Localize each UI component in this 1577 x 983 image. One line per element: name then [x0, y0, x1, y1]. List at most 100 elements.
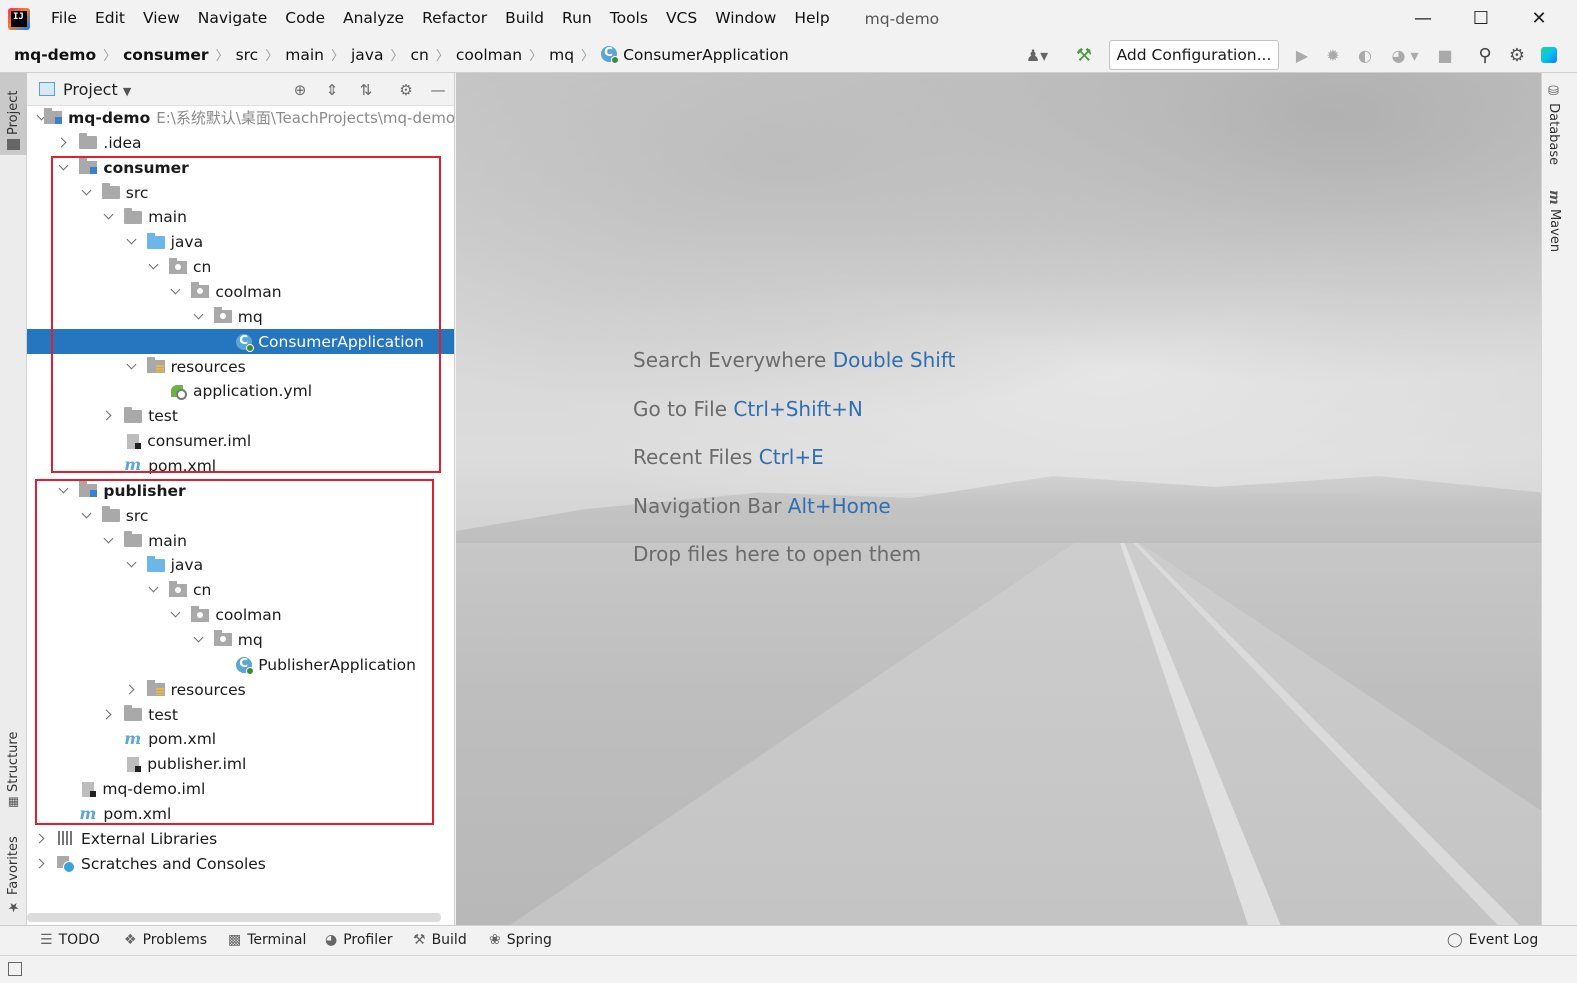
chevron-down-icon[interactable]: [169, 608, 183, 622]
menu-edit[interactable]: Edit: [86, 0, 134, 37]
tree-item-application-yml[interactable]: application.yml: [27, 379, 454, 404]
chevron-down-icon[interactable]: [57, 161, 71, 175]
tool-tab-terminal[interactable]: ▩ Terminal: [228, 932, 306, 948]
menu-refactor[interactable]: Refactor: [413, 0, 496, 37]
chevron-down-icon[interactable]: [169, 285, 183, 299]
stop-icon[interactable]: ■: [1434, 44, 1456, 66]
breadcrumb-src[interactable]: src: [232, 46, 263, 64]
chevron-down-icon[interactable]: [125, 360, 139, 374]
breadcrumb-coolman[interactable]: coolman: [452, 46, 526, 64]
chevron-down-icon[interactable]: [102, 534, 116, 548]
editor-empty-area[interactable]: Search Everywhere Double Shift Go to Fil…: [456, 73, 1541, 925]
chevron-right-icon[interactable]: [102, 409, 116, 423]
coverage-icon[interactable]: ◐: [1354, 44, 1376, 66]
chevron-down-icon[interactable]: [147, 583, 161, 597]
tree-item-mq[interactable]: mq: [27, 628, 454, 653]
toolbox-icon[interactable]: [1538, 44, 1560, 66]
menu-run[interactable]: Run: [553, 0, 601, 37]
chevron-down-icon[interactable]: [147, 260, 161, 274]
breadcrumb-java[interactable]: java: [347, 46, 387, 64]
chevron-down-icon[interactable]: [80, 186, 94, 200]
tree-item-cn[interactable]: cn: [27, 255, 454, 280]
tree-item-consumer[interactable]: consumer: [27, 155, 454, 180]
tree-item-cn[interactable]: cn: [27, 578, 454, 603]
tool-tab-build[interactable]: ⚒ Build: [413, 932, 467, 948]
tree-item-resources[interactable]: resources: [27, 354, 454, 379]
tool-tab-problems[interactable]: ❖ Problems: [124, 932, 207, 948]
breadcrumb-mq-demo[interactable]: mq-demo: [10, 46, 100, 64]
chevron-right-icon[interactable]: [125, 683, 139, 697]
tree-item-src[interactable]: src: [27, 503, 454, 528]
chevron-down-icon[interactable]: [192, 310, 206, 324]
tree-item-idea[interactable]: .idea: [27, 130, 454, 155]
tree-item-publisher[interactable]: publisher: [27, 478, 454, 503]
tree-item-mq-demo[interactable]: mq-demo E:\系统默认\桌面\TeachProjects\mq-demo: [27, 106, 454, 131]
tree-item-publisherapplication[interactable]: PublisherApplication: [27, 652, 454, 677]
tree-item-java[interactable]: java: [27, 553, 454, 578]
menu-code[interactable]: Code: [276, 0, 334, 37]
hide-panel-icon[interactable]: —: [428, 80, 448, 100]
profile-icon[interactable]: ◕ ▾: [1385, 44, 1425, 66]
menu-analyze[interactable]: Analyze: [334, 0, 413, 37]
debug-icon[interactable]: ✹: [1322, 44, 1344, 66]
tool-tab-maven[interactable]: m Maven: [1546, 190, 1562, 252]
tree-item-src[interactable]: src: [27, 180, 454, 205]
expand-all-icon[interactable]: ⇕: [322, 80, 342, 100]
gear-icon[interactable]: ⚙: [1506, 44, 1528, 66]
breadcrumb-main[interactable]: main: [281, 46, 328, 64]
tool-tab-structure[interactable]: ▦ Structure: [6, 728, 21, 810]
chevron-right-icon[interactable]: [35, 832, 49, 846]
maximize-button[interactable]: ☐: [1452, 0, 1510, 37]
chevron-down-icon[interactable]: [102, 210, 116, 224]
tree-item-main[interactable]: main: [27, 205, 454, 230]
project-view-selector[interactable]: Project ▼: [63, 80, 131, 99]
tool-tab-spring[interactable]: ❀ Spring: [489, 932, 552, 948]
tree-item-java[interactable]: java: [27, 230, 454, 255]
tree-item-mq[interactable]: mq: [27, 304, 454, 329]
chevron-down-icon[interactable]: [192, 633, 206, 647]
menu-tools[interactable]: Tools: [601, 0, 657, 37]
menu-help[interactable]: Help: [785, 0, 838, 37]
chevron-down-icon[interactable]: [35, 111, 36, 125]
tool-tab-project-label[interactable]: Project: [6, 80, 21, 150]
chevron-down-icon[interactable]: [80, 509, 94, 523]
tree-item-main[interactable]: main: [27, 528, 454, 553]
menu-build[interactable]: Build: [496, 0, 553, 37]
menu-navigate[interactable]: Navigate: [189, 0, 277, 37]
breadcrumb-cn[interactable]: cn: [406, 46, 432, 64]
minimize-button[interactable]: —: [1394, 0, 1452, 37]
tree-item-resources[interactable]: resources: [27, 677, 454, 702]
locate-file-icon[interactable]: ⊕: [290, 80, 310, 100]
tree-item-test[interactable]: test: [27, 404, 454, 429]
horizontal-scrollbar[interactable]: [27, 913, 441, 922]
user-icon[interactable]: ♟▾: [1022, 44, 1052, 66]
menu-vcs[interactable]: VCS: [657, 0, 706, 37]
chevron-right-icon[interactable]: [102, 708, 116, 722]
menu-view[interactable]: View: [134, 0, 189, 37]
tool-tab-todo[interactable]: ☰ TODO: [40, 932, 100, 948]
add-configuration-button[interactable]: Add Configuration...: [1109, 40, 1279, 70]
collapse-all-icon[interactable]: ⇅: [356, 80, 376, 100]
tree-item-coolman[interactable]: coolman: [27, 280, 454, 305]
tree-item-scratches-and-consoles[interactable]: Scratches and Consoles: [27, 851, 454, 876]
breadcrumb-consumer-application[interactable]: ConsumerApplication: [597, 45, 793, 64]
chevron-right-icon[interactable]: [35, 857, 49, 871]
tree-item-consumerapplication[interactable]: ConsumerApplication: [27, 329, 454, 355]
tree-item-coolman[interactable]: coolman: [27, 603, 454, 628]
tree-item-pom-xml[interactable]: m pom.xml: [27, 802, 454, 827]
tree-item-consumer-iml[interactable]: consumer.iml: [27, 429, 454, 454]
tree-item-external-libraries[interactable]: External Libraries: [27, 826, 454, 851]
menu-file[interactable]: File: [42, 0, 86, 37]
toggle-tool-windows-icon[interactable]: [8, 962, 22, 976]
chevron-down-icon[interactable]: [125, 558, 139, 572]
close-button[interactable]: ✕: [1510, 0, 1568, 37]
event-log-button[interactable]: ◯ Event Log: [1447, 932, 1538, 948]
tree-item-test[interactable]: test: [27, 702, 454, 727]
tool-tab-favorites[interactable]: ★ Favorites: [6, 832, 21, 914]
tool-tab-profiler[interactable]: ◕ Profiler: [325, 932, 393, 948]
gear-icon[interactable]: ⚙: [396, 80, 416, 100]
breadcrumb-consumer[interactable]: consumer: [119, 46, 212, 64]
tree-item-pom-xml[interactable]: m pom.xml: [27, 454, 454, 479]
chevron-right-icon[interactable]: [57, 136, 71, 150]
tree-item-pom-xml[interactable]: m pom.xml: [27, 727, 454, 752]
